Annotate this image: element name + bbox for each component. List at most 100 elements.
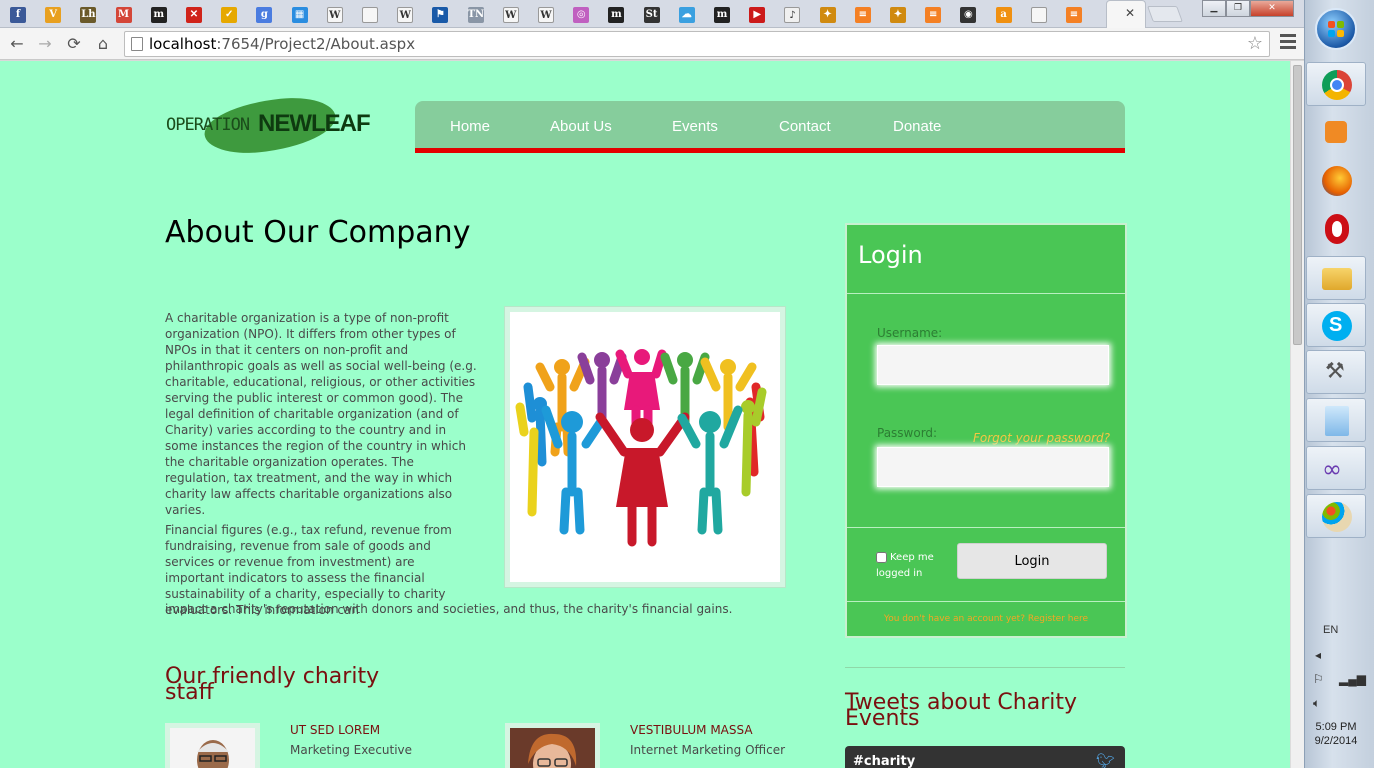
paint-taskbar-icon[interactable] [1306,494,1366,538]
site-logo[interactable]: OPERATION NEWLEAF [164,93,384,158]
browser-tab[interactable]: f [5,2,31,26]
visual-studio-taskbar-icon[interactable]: ∞ [1306,446,1366,490]
chrome-taskbar-icon[interactable] [1306,62,1366,106]
browser-tab[interactable] [1026,2,1052,26]
twitter-bird-icon[interactable]: 🐦︎ [1096,752,1115,768]
keep-logged-in[interactable]: Keep me logged in [876,550,956,582]
m-app-icon: m [150,7,167,23]
bookmark-star-icon[interactable]: ☆ [1247,33,1263,54]
browser-tab[interactable]: g [251,2,277,26]
stackoverflow-icon: ≡ [925,7,942,23]
tweets-heading: Tweets about Charity Events [845,690,1077,731]
file-explorer-taskbar-icon[interactable] [1306,256,1366,300]
clock[interactable]: 5:09 PM 9/2/2014 [1305,720,1367,748]
close-tab-icon[interactable]: ✕ [1125,6,1135,20]
browser-tab[interactable]: W [322,2,348,26]
browser-tab[interactable]: ◎ [568,2,594,26]
divider [847,293,1125,294]
hashtag[interactable]: #charity [853,754,915,768]
scrollbar-thumb[interactable] [1293,65,1302,345]
show-hidden-icons-icon[interactable]: ◂ [1315,648,1321,662]
badge-icon: ✦ [890,7,906,23]
browser-tab[interactable]: Lh [75,2,101,26]
opera-taskbar-icon[interactable] [1306,206,1366,250]
minimize-icon[interactable]: ▁ [1202,0,1226,17]
browser-tab[interactable]: ✕ [181,2,207,26]
browser-tab[interactable]: W [392,2,418,26]
notepad-taskbar-icon[interactable] [1306,398,1366,442]
browser-tab[interactable]: ✓ [216,2,242,26]
browser-tab[interactable]: m [603,2,629,26]
chrome-menu-icon[interactable] [1280,34,1296,52]
reload-icon[interactable]: ⟳ [63,33,85,55]
browser-tab[interactable]: W [498,2,524,26]
m-app-icon: m [608,7,625,23]
forgot-password-link[interactable]: Forgot your password? [973,431,1110,445]
browser-tab[interactable]: a [991,2,1017,26]
browser-tab[interactable]: ✦ [885,2,911,26]
new-tab-button[interactable] [1147,6,1183,22]
about-paragraph-2-tail: impact a charity's reputation with donor… [165,602,733,616]
language-indicator[interactable]: EN [1323,624,1338,636]
browser-tab[interactable]: ☁ [674,2,700,26]
password-input[interactable] [877,447,1109,487]
browser-tab[interactable]: M [111,2,137,26]
network-icon[interactable]: ▂▄▆ [1339,672,1366,686]
twitter-widget[interactable]: #charity 🐦︎ [845,746,1125,768]
stackoverflow-icon: ≡ [854,7,871,23]
browser-tab[interactable]: ◉ [955,2,981,26]
start-button[interactable] [1315,8,1357,50]
tab-active[interactable]: ✕ [1106,0,1146,28]
browser-tab[interactable] [357,2,383,26]
browser-tab[interactable]: m [709,2,735,26]
wikipedia-icon: W [538,7,554,23]
nav-about-us[interactable]: About Us [550,118,612,135]
skype-taskbar-icon[interactable]: S [1306,303,1366,347]
nav-events[interactable]: Events [672,118,718,135]
nav-donate[interactable]: Donate [893,118,941,135]
browser-tab[interactable]: W [533,2,559,26]
action-center-icon[interactable]: ⚐ [1313,672,1324,686]
facebook-icon: f [10,7,26,23]
register-link[interactable]: You don't have an account yet? Register … [847,614,1125,624]
maximize-icon[interactable]: ❐ [1226,0,1250,17]
page-scrollbar[interactable] [1290,61,1304,768]
browser-tab[interactable]: St [639,2,665,26]
address-bar[interactable]: localhost:7654/Project2/About.aspx ☆ [124,31,1270,57]
browser-tab[interactable]: ✦ [815,2,841,26]
window-close-icon[interactable]: ✕ [1250,0,1294,17]
login-button[interactable]: Login [957,543,1107,579]
staff-role: Marketing Executive [290,743,413,757]
logo-operation-text: OPERATION [166,115,250,135]
flag-icon: ⚑ [432,7,449,23]
stackoverflow-icon: ≡ [1066,7,1082,23]
cloud-icon: ☁ [678,7,695,23]
nav-home[interactable]: Home [450,118,490,135]
back-arrow-icon[interactable]: ← [6,33,28,55]
home-icon[interactable]: ⌂ [92,33,114,55]
wikipedia-icon: W [397,7,414,23]
firefox-taskbar-icon[interactable] [1306,158,1366,202]
tools-taskbar-icon[interactable]: ⚒ [1306,350,1366,394]
divider [847,601,1125,602]
browser-tab[interactable]: TN [463,2,489,26]
browser-tab[interactable]: ▶ [744,2,770,26]
media-player-taskbar-icon[interactable] [1306,110,1366,154]
forward-arrow-icon[interactable]: → [34,33,56,55]
staff-photo [505,723,600,768]
tn-icon: TN [467,7,484,23]
volume-icon[interactable]: 🔈︎ [1313,696,1320,711]
browser-tab[interactable]: ≡ [920,2,946,26]
username-input[interactable] [877,345,1109,385]
browser-tab[interactable]: V [40,2,66,26]
url-text[interactable]: localhost:7654/Project2/About.aspx [149,35,415,53]
browser-tab[interactable]: ⚑ [427,2,453,26]
browser-tab[interactable]: ♪ [779,2,805,26]
nav-contact[interactable]: Contact [779,118,831,135]
browser-tab[interactable]: ≡ [850,2,876,26]
login-title: Login [858,241,923,269]
keep-logged-in-checkbox[interactable] [876,551,887,563]
browser-tab[interactable]: m [146,2,172,26]
browser-tab[interactable]: ≡ [1061,2,1087,26]
browser-tab[interactable]: ▦ [287,2,313,26]
